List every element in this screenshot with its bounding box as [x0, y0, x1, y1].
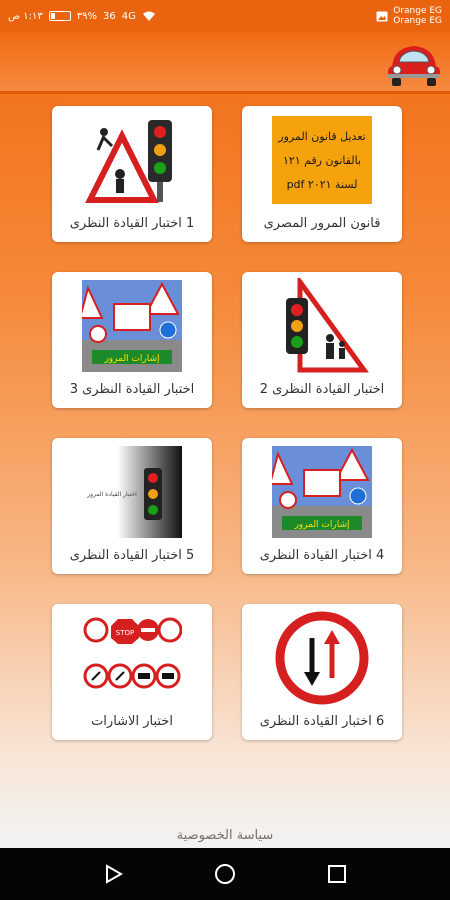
card-theory-test-2[interactable]: اختبار القيادة النظرى 2: [242, 272, 402, 408]
card-theory-test-3[interactable]: إشارات المرور اختبار القيادة النظرى 3: [52, 272, 212, 408]
thumb-caption: إشارات المرور: [103, 354, 159, 364]
card-label: 5 اختبار القيادة النظرى: [69, 548, 195, 563]
battery-text: ٣٩%: [76, 10, 98, 22]
recents-icon[interactable]: [325, 862, 349, 886]
thumb-caption: اختبار القيادة المرور: [86, 491, 137, 498]
card-label: اختبار الاشارات: [91, 714, 173, 729]
carrier-1: Orange EG: [393, 6, 442, 16]
status-bar: ١:١٣ ص ٣٩% 36 4G Orange EG Orange EG: [0, 0, 450, 32]
status-right: Orange EG Orange EG: [376, 6, 442, 26]
traffic-signs-collage-icon: إشارات المرور: [272, 444, 372, 540]
traffic-light-triangle-icon: [272, 278, 372, 374]
time-text: ١:١٣ ص: [8, 10, 43, 22]
traffic-signs-collage-icon: إشارات المرور: [82, 278, 182, 374]
card-label: 6 اختبار القيادة النظرى: [259, 714, 385, 729]
card-traffic-law[interactable]: تعديل قانون المرور بالقانون رقم ١٢١ لسنة…: [242, 106, 402, 242]
menu-grid: تعديل قانون المرور بالقانون رقم ١٢١ لسنة…: [50, 106, 402, 740]
carrier-info: Orange EG Orange EG: [393, 6, 442, 26]
navigation-bar: [0, 848, 450, 900]
card-theory-test-5[interactable]: اختبار القيادة المرور 5 اختبار القيادة ا…: [52, 438, 212, 574]
signal-text: 36: [103, 10, 116, 22]
warning-sign-traffic-light-icon: [82, 112, 182, 208]
card-theory-test-1[interactable]: 1 اختبار القيادة النظرى: [52, 106, 212, 242]
thumb-line-3: لسنة ٢٠٢١ pdf: [287, 178, 358, 191]
app-bar: [0, 32, 450, 94]
thumb-line-1: تعديل قانون المرور: [277, 130, 365, 143]
card-label: اختبار القيادة النظرى 3: [69, 382, 195, 397]
status-left: ١:١٣ ص ٣٩% 36 4G: [8, 11, 156, 22]
red-beetle-car-icon: [388, 46, 440, 86]
card-theory-test-6[interactable]: 6 اختبار القيادة النظرى: [242, 604, 402, 740]
battery-icon: [48, 11, 71, 21]
privacy-policy-link[interactable]: سياسة الخصوصية: [0, 828, 450, 843]
card-signs-test[interactable]: STOP اختبار الاشارات: [52, 604, 212, 740]
card-label: اختبار القيادة النظرى 2: [259, 382, 385, 397]
home-icon[interactable]: [213, 862, 237, 886]
traffic-light-gradient-icon: اختبار القيادة المرور: [82, 444, 182, 540]
road-signs-grid-icon: STOP: [82, 610, 182, 706]
gallery-icon: [376, 11, 388, 21]
network-text: 4G: [121, 10, 136, 22]
thumb-line-2: بالقانون رقم ١٢١: [283, 154, 361, 167]
card-label: قانون المرور المصرى: [263, 216, 381, 231]
card-theory-test-4[interactable]: إشارات المرور 4 اختبار القيادة النظرى: [242, 438, 402, 574]
back-icon[interactable]: [101, 862, 125, 886]
card-label: 1 اختبار القيادة النظرى: [69, 216, 195, 231]
carrier-2: Orange EG: [393, 16, 442, 26]
traffic-law-thumbnail: تعديل قانون المرور بالقانون رقم ١٢١ لسنة…: [272, 112, 372, 208]
wifi-icon: [142, 11, 155, 21]
stop-sign-text: STOP: [116, 629, 134, 637]
card-label: 4 اختبار القيادة النظرى: [259, 548, 385, 563]
priority-arrows-sign-icon: [272, 610, 372, 706]
thumb-caption: إشارات المرور: [293, 520, 349, 530]
